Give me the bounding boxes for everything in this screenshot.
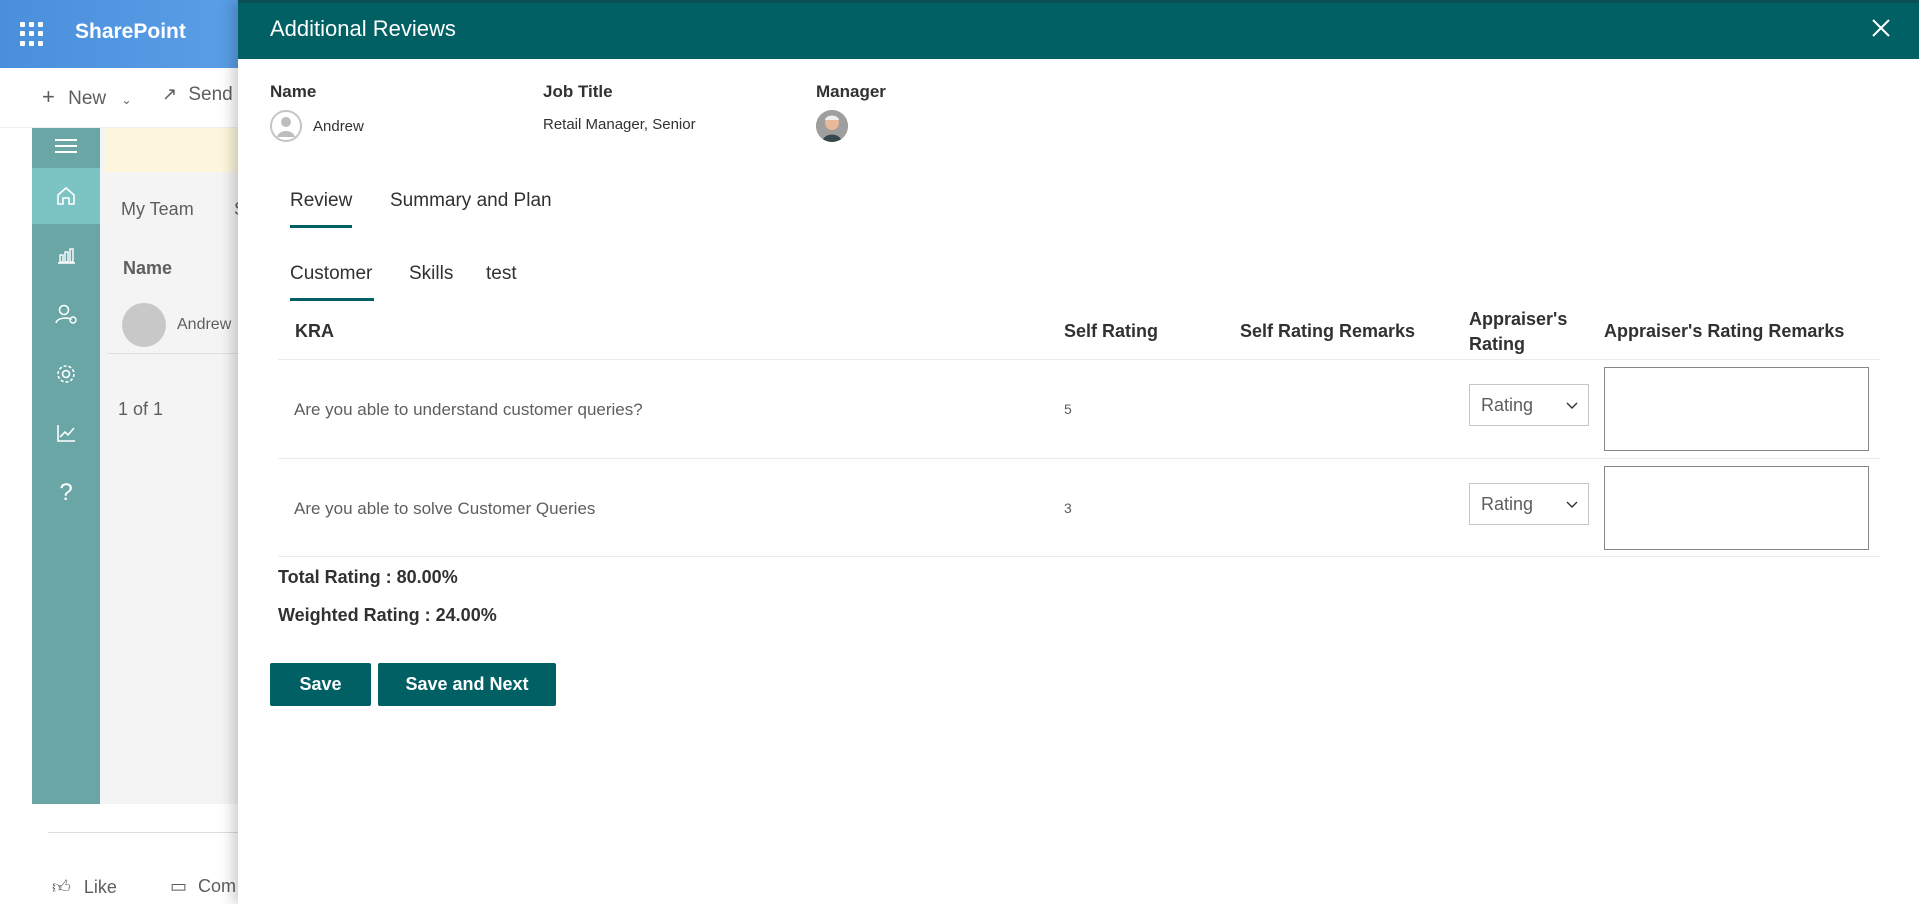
save-button[interactable]: Save [270, 663, 371, 706]
list-row-name[interactable]: Andrew [177, 316, 231, 334]
home-icon[interactable] [32, 168, 100, 224]
divider [48, 832, 240, 833]
chart-icon[interactable] [32, 227, 100, 283]
column-header-kra: KRA [295, 321, 334, 341]
gear-icon[interactable] [32, 346, 100, 402]
chevron-down-icon [1556, 497, 1588, 512]
column-header-appraiser-rating-line1: Appraiser's [1469, 309, 1568, 329]
comment-button[interactable]: ▭ Com [170, 876, 236, 897]
column-header-self-rating: Self Rating [1064, 321, 1159, 341]
panel-header [238, 0, 1919, 59]
person-icon [270, 110, 302, 142]
close-icon[interactable] [1868, 16, 1894, 42]
app-title[interactable]: SharePoint [75, 20, 186, 44]
waffle-icon[interactable] [20, 22, 44, 46]
divider [278, 556, 1880, 557]
hamburger-icon[interactable] [32, 119, 100, 173]
active-subtab-indicator [290, 298, 374, 301]
comment-icon: ▭ [170, 876, 188, 896]
total-rating: Total Rating : 80.00% [278, 567, 458, 587]
column-header-self-rating-remarks: Self Rating Remarks [1240, 321, 1416, 341]
trend-icon[interactable] [32, 405, 100, 461]
self-rating-value: 3 [1064, 500, 1072, 516]
name-label: Name [270, 82, 317, 101]
job-title-label: Job Title [543, 82, 613, 101]
send-icon: ↗ [162, 84, 178, 104]
send-label: Send [188, 84, 233, 105]
divider [278, 359, 1880, 360]
manager-avatar[interactable] [816, 110, 848, 142]
user-settings-icon[interactable] [32, 286, 100, 342]
comment-label: Com [198, 876, 237, 896]
tab-test[interactable]: test [486, 263, 517, 285]
appraiser-rating-dropdown[interactable]: Rating [1469, 384, 1589, 426]
dropdown-placeholder: Rating [1481, 394, 1534, 415]
plus-icon: + [42, 84, 55, 109]
like-label: Like [83, 877, 117, 897]
job-title-value: Retail Manager, Senior [543, 116, 696, 133]
appraiser-remarks-input[interactable] [1604, 367, 1869, 451]
manager-label: Manager [816, 82, 886, 101]
tab-customer[interactable]: Customer [290, 263, 372, 285]
help-icon[interactable]: ? [32, 465, 100, 521]
column-header-appraiser-rating-line2: Rating [1469, 334, 1525, 354]
additional-reviews-panel [238, 0, 1919, 904]
chevron-down-icon: ⌄ [121, 93, 132, 107]
chevron-down-icon [1556, 398, 1588, 413]
like-button[interactable]: 👍︎ Like [52, 876, 117, 898]
name-value: Andrew [313, 118, 364, 135]
person-icon [122, 303, 166, 347]
dropdown-placeholder: Rating [1481, 493, 1534, 514]
kra-text: Are you able to solve Customer Queries [294, 499, 596, 518]
save-and-next-button[interactable]: Save and Next [378, 663, 556, 706]
background-content [100, 128, 240, 804]
new-button[interactable]: + New ⌄ [42, 84, 132, 110]
background-banner [106, 128, 240, 172]
weighted-rating: Weighted Rating : 24.00% [278, 605, 497, 625]
divider [278, 458, 1880, 459]
tab-my-team[interactable]: My Team [121, 199, 194, 220]
appraiser-remarks-input[interactable] [1604, 466, 1869, 550]
pager: 1 of 1 [118, 399, 164, 419]
tab-skills[interactable]: Skills [409, 263, 453, 285]
tab-review[interactable]: Review [290, 190, 352, 212]
appraiser-rating-dropdown[interactable]: Rating [1469, 483, 1589, 525]
panel-title: Additional Reviews [270, 16, 456, 41]
new-label: New [68, 88, 107, 109]
send-button[interactable]: ↗ Send [162, 84, 233, 106]
kra-text: Are you able to understand customer quer… [294, 400, 643, 419]
like-icon: 👍︎ [52, 877, 71, 897]
divider [108, 353, 240, 354]
self-rating-value: 5 [1064, 401, 1072, 417]
column-header-appraiser-rating-remarks: Appraiser's Rating Remarks [1604, 321, 1845, 341]
list-header-name[interactable]: Name [123, 258, 172, 279]
active-tab-indicator [290, 225, 352, 228]
tab-summary-and-plan[interactable]: Summary and Plan [390, 190, 552, 212]
